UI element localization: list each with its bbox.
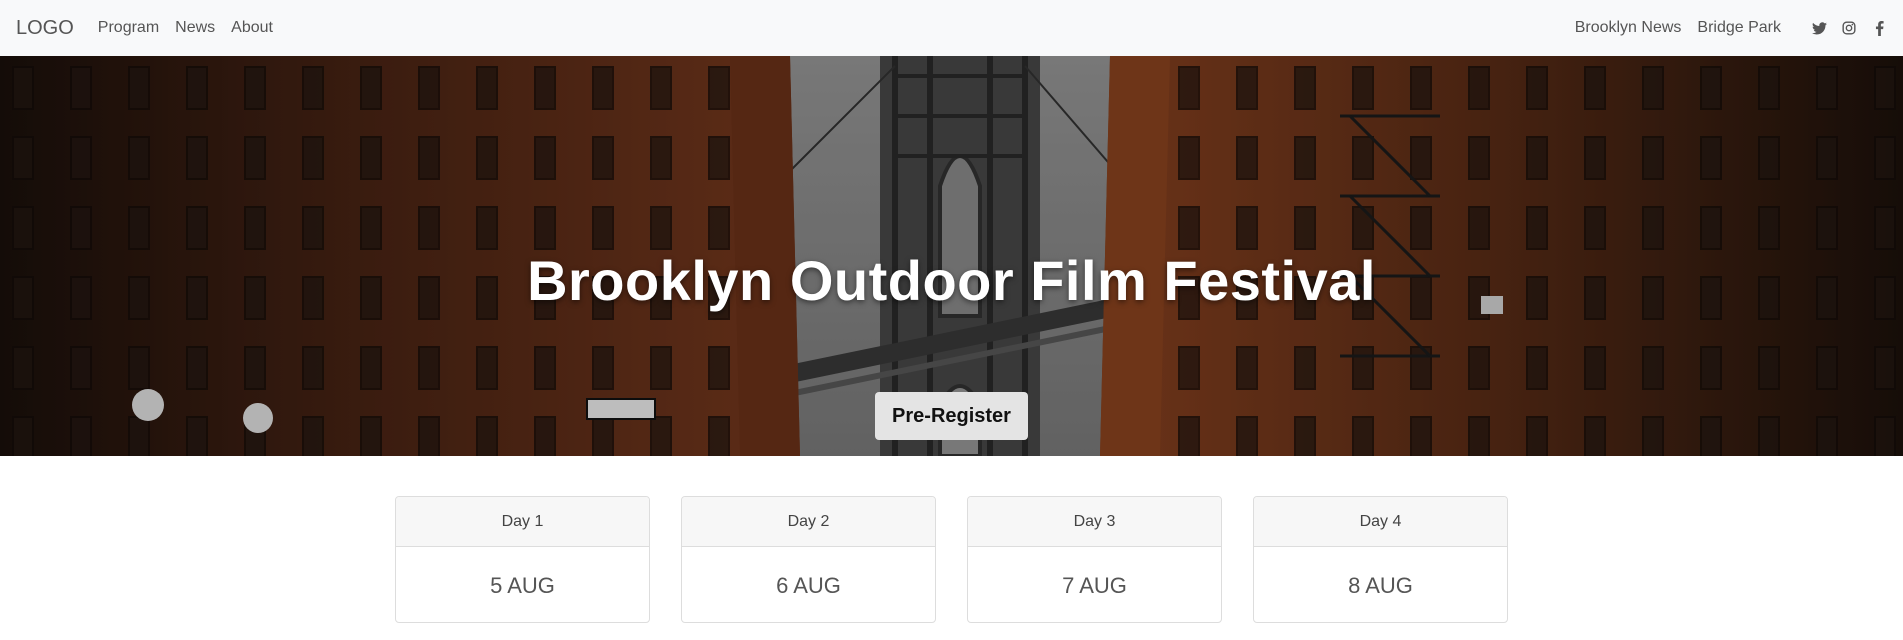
nav-link-about[interactable]: About xyxy=(231,19,273,37)
day-card-2[interactable]: Day 2 6 AUG xyxy=(681,496,936,623)
day-card-header: Day 4 xyxy=(1254,497,1507,547)
nav-link-news[interactable]: News xyxy=(175,19,215,37)
day-card-date: 7 AUG xyxy=(1062,572,1127,598)
day-card-date: 6 AUG xyxy=(776,572,841,598)
day-card-1[interactable]: Day 1 5 AUG xyxy=(395,496,650,623)
day-card-3[interactable]: Day 3 7 AUG xyxy=(967,496,1222,623)
facebook-icon[interactable] xyxy=(1871,20,1887,36)
day-card-date: 5 AUG xyxy=(490,572,555,598)
logo[interactable]: LOGO xyxy=(16,17,74,40)
day-card-date: 8 AUG xyxy=(1348,572,1413,598)
instagram-icon[interactable] xyxy=(1841,20,1857,36)
day-cards: Day 1 5 AUG Day 2 6 AUG Day 3 7 AUG Day … xyxy=(0,496,1903,623)
day-card-header: Day 1 xyxy=(396,497,649,547)
nav-right: Brooklyn News Bridge Park xyxy=(1575,19,1887,37)
top-navbar: LOGO Program News About Brooklyn News Br… xyxy=(0,0,1903,56)
nav-link-bridge-park[interactable]: Bridge Park xyxy=(1697,19,1781,37)
nav-link-program[interactable]: Program xyxy=(98,19,159,37)
twitter-icon[interactable] xyxy=(1811,20,1827,36)
pre-register-button[interactable]: Pre-Register xyxy=(875,392,1028,440)
day-card-header: Day 2 xyxy=(682,497,935,547)
nav-link-brooklyn-news[interactable]: Brooklyn News xyxy=(1575,19,1682,37)
hero-banner: Brooklyn Outdoor Film Festival Pre-Regis… xyxy=(0,56,1903,456)
day-card-4[interactable]: Day 4 8 AUG xyxy=(1253,496,1508,623)
nav-left: LOGO Program News About xyxy=(16,17,289,40)
day-card-header: Day 3 xyxy=(968,497,1221,547)
hero-title: Brooklyn Outdoor Film Festival xyxy=(527,249,1376,312)
